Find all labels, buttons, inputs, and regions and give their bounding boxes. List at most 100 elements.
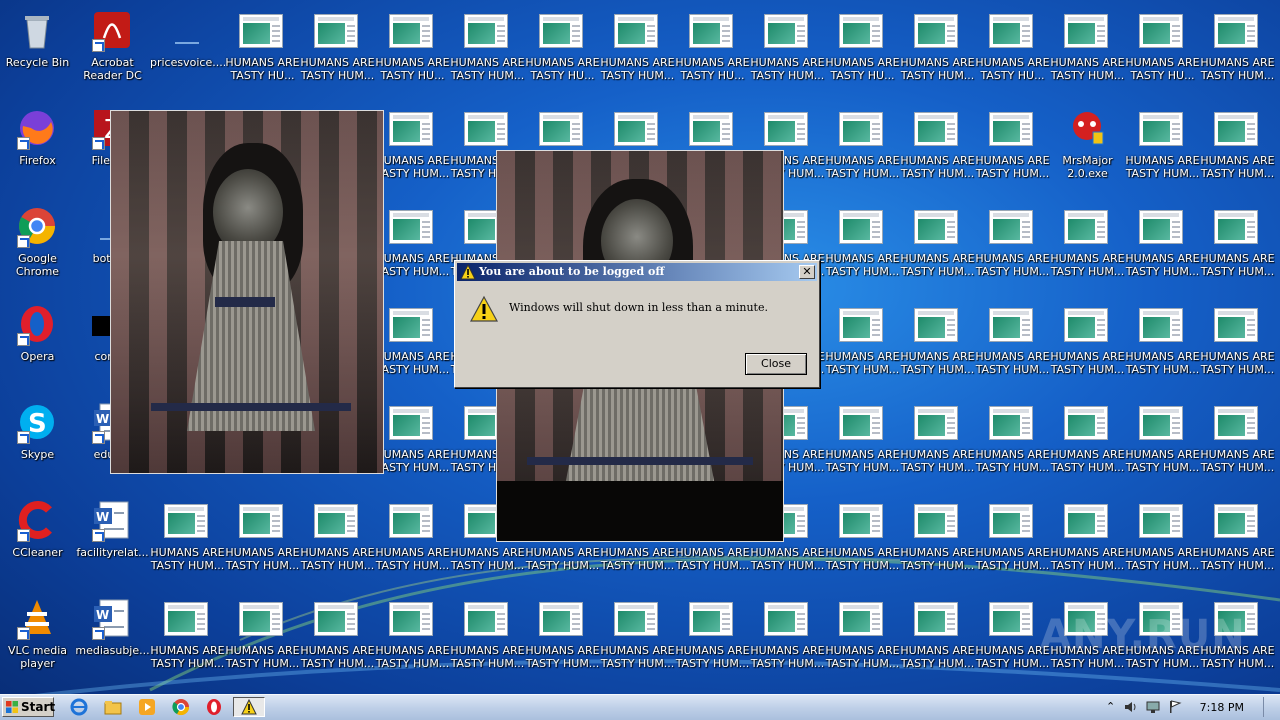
desktop-icon[interactable]: HUMANS ARE TASTY HU... — [825, 4, 900, 102]
desktop-icon[interactable]: HUMANS ARE TASTY HUM... — [150, 494, 225, 592]
desktop-icon[interactable]: HUMANS ARE TASTY HUM... — [600, 592, 675, 690]
desktop-icon[interactable]: Firefox — [0, 102, 75, 200]
desktop-icon[interactable]: HUMANS ARE TASTY HUM... — [1200, 102, 1275, 200]
desktop-icon[interactable]: HUMANS ARE TASTY HUM... — [225, 592, 300, 690]
desktop-icon[interactable]: HUMANS ARE TASTY HUM... — [1050, 4, 1125, 102]
desktop-icon-label: HUMANS ARE TASTY HUM... — [1125, 448, 1200, 474]
desktop-icon[interactable]: HUMANS ARE TASTY HUM... — [900, 298, 975, 396]
desktop-icon[interactable]: HUMANS ARE TASTY HU... — [525, 4, 600, 102]
desktop-icon[interactable]: MrsMajor 2.0.exe — [1050, 102, 1125, 200]
desktop-icon[interactable]: HUMANS ARE TASTY HUM... — [900, 592, 975, 690]
desktop-icon[interactable]: Wfacilityrelat... — [75, 494, 150, 592]
dialog-titlebar[interactable]: You are about to be logged off ✕ — [457, 263, 817, 281]
desktop-icon[interactable]: HUMANS ARE TASTY HUM... — [525, 592, 600, 690]
desktop-icon[interactable]: HUMANS ARE TASTY HU... — [1125, 4, 1200, 102]
desktop-icon[interactable]: HUMANS ARE TASTY HUM... — [1200, 200, 1275, 298]
start-button[interactable]: Start — [2, 697, 55, 717]
tray-expand-icon[interactable]: ⌃ — [1106, 700, 1115, 713]
desktop-icon[interactable]: HUMANS ARE TASTY HUM... — [1050, 298, 1125, 396]
media-player-icon[interactable] — [138, 698, 156, 716]
desktop-icon[interactable]: HUMANS ARE TASTY HUM... — [1125, 396, 1200, 494]
desktop-icon[interactable]: HUMANS ARE TASTY HUM... — [300, 494, 375, 592]
desktop-icon[interactable]: HUMANS ARE TASTY HUM... — [1125, 200, 1200, 298]
desktop-icon[interactable]: HUMANS ARE TASTY HUM... — [1125, 298, 1200, 396]
desktop-icon[interactable]: HUMANS ARE TASTY HUM... — [825, 592, 900, 690]
desktop-icon[interactable]: S Skype — [0, 396, 75, 494]
desktop-icon[interactable]: HUMANS ARE TASTY HUM... — [450, 4, 525, 102]
desktop-icon[interactable]: HUMANS ARE TASTY HUM... — [900, 4, 975, 102]
desktop-icon[interactable]: HUMANS ARE TASTY HU... — [975, 4, 1050, 102]
desktop-icon[interactable]: HUMANS ARE TASTY HUM... — [1200, 396, 1275, 494]
desktop-icon[interactable]: HUMANS ARE TASTY HUM... — [375, 494, 450, 592]
volume-icon[interactable] — [1124, 700, 1138, 714]
desktop-icon[interactable]: HUMANS ARE TASTY HUM... — [825, 494, 900, 592]
action-center-flag-icon[interactable] — [1168, 700, 1182, 714]
clock[interactable]: 7:18 PM — [1200, 701, 1244, 714]
desktop-icon[interactable]: HUMANS ARE TASTY HUM... — [975, 396, 1050, 494]
desktop-icon[interactable]: HUMANS ARE TASTY HUM... — [825, 396, 900, 494]
desktop-icon[interactable]: HUMANS ARE TASTY HUM... — [1050, 200, 1125, 298]
desktop-icon[interactable]: HUMANS ARE TASTY HUM... — [825, 298, 900, 396]
desktop-icon[interactable]: HUMANS ARE TASTY HUM... — [825, 102, 900, 200]
desktop-icon[interactable]: Google Chrome — [0, 200, 75, 298]
desktop-icon[interactable]: HUMANS ARE TASTY HUM... — [1050, 494, 1125, 592]
desktop-icon[interactable]: HUMANS ARE TASTY HUM... — [375, 102, 450, 200]
desktop-icon[interactable]: HUMANS ARE TASTY HUM... — [825, 200, 900, 298]
desktop-icon[interactable]: HUMANS ARE TASTY HUM... — [300, 4, 375, 102]
desktop-icon[interactable]: HUMANS ARE TASTY HUM... — [900, 396, 975, 494]
dialog-close-x-button[interactable]: ✕ — [799, 265, 815, 279]
internet-explorer-icon[interactable] — [70, 698, 88, 716]
doll-photo-window-left[interactable] — [110, 110, 384, 474]
line-decoration — [422, 530, 430, 532]
desktop-icon[interactable]: Recycle Bin — [0, 4, 75, 102]
desktop-icon[interactable]: HUMANS ARE TASTY HU... — [225, 4, 300, 102]
network-icon[interactable] — [1146, 700, 1160, 714]
desktop-icon[interactable]: Opera — [0, 298, 75, 396]
desktop-icon[interactable]: HUMANS ARE TASTY HUM... — [225, 494, 300, 592]
desktop-icon[interactable]: Acrobat Reader DC — [75, 4, 150, 102]
desktop-icon[interactable]: HUMANS ARE TASTY HUM... — [675, 592, 750, 690]
shortcut-arrow-icon — [17, 333, 30, 346]
desktop-icon[interactable]: HUMANS ARE TASTY HUM... — [375, 396, 450, 494]
desktop-icon[interactable]: VLC media player — [0, 592, 75, 690]
desktop-icon[interactable]: HUMANS ARE TASTY HUM... — [1200, 4, 1275, 102]
desktop-icon[interactable]: HUMANS ARE TASTY HUM... — [1050, 396, 1125, 494]
desktop-icon[interactable]: HUMANS ARE TASTY HUM... — [375, 200, 450, 298]
desktop-icon[interactable]: Wmediasubje... — [75, 592, 150, 690]
line-decoration — [1247, 35, 1255, 37]
taskbar-warning-task[interactable] — [233, 697, 265, 717]
desktop-icon-label: HUMANS ARE TASTY HU... — [675, 56, 750, 82]
desktop-icon[interactable]: HUMANS ARE TASTY HUM... — [975, 592, 1050, 690]
desktop-icon[interactable]: HUMANS ARE TASTY HU... — [375, 4, 450, 102]
desktop-icon[interactable]: HUMANS ARE TASTY HUM... — [375, 298, 450, 396]
desktop-icon[interactable]: HUMANS ARE TASTY HUM... — [975, 200, 1050, 298]
desktop-icon-label: HUMANS ARE TASTY HUM... — [1200, 546, 1275, 572]
desktop-icon[interactable]: HUMANS ARE TASTY HUM... — [300, 592, 375, 690]
desktop-icon[interactable]: HUMANS ARE TASTY HU... — [675, 4, 750, 102]
desktop-icon[interactable]: pricesvoice.... — [150, 4, 225, 102]
opera-icon[interactable] — [205, 698, 223, 716]
desktop-icon[interactable]: HUMANS ARE TASTY HUM... — [1125, 494, 1200, 592]
desktop-icon[interactable]: HUMANS ARE TASTY HUM... — [375, 592, 450, 690]
desktop-icon[interactable]: HUMANS ARE TASTY HUM... — [900, 200, 975, 298]
desktop-icon[interactable]: HUMANS ARE TASTY HUM... — [975, 102, 1050, 200]
desktop-icon[interactable]: HUMANS ARE TASTY HUM... — [150, 592, 225, 690]
desktop-icon[interactable]: CCleaner — [0, 494, 75, 592]
desktop-icon[interactable]: HUMANS ARE TASTY HUM... — [450, 592, 525, 690]
explorer-folder-icon[interactable] — [104, 698, 122, 716]
desktop-icon[interactable]: HUMANS ARE TASTY HUM... — [900, 494, 975, 592]
desktop-icon[interactable]: HUMANS ARE TASTY HUM... — [975, 494, 1050, 592]
desktop-icon[interactable]: HUMANS ARE TASTY HUM... — [750, 4, 825, 102]
desktop-icon[interactable]: HUMANS ARE TASTY HUM... — [750, 592, 825, 690]
line-decoration — [272, 618, 280, 620]
desktop-icon[interactable]: HUMANS ARE TASTY HUM... — [1125, 102, 1200, 200]
desktop-icon[interactable]: HUMANS ARE TASTY HUM... — [1200, 298, 1275, 396]
show-desktop-button[interactable] — [1263, 697, 1278, 717]
chrome-icon[interactable] — [172, 698, 190, 716]
desktop-icon[interactable]: HUMANS ARE TASTY HUM... — [975, 298, 1050, 396]
close-button[interactable]: Close — [745, 353, 807, 375]
document-file-icon — [989, 602, 1033, 636]
desktop-icon[interactable]: HUMANS ARE TASTY HUM... — [900, 102, 975, 200]
desktop-icon[interactable]: HUMANS ARE TASTY HUM... — [600, 4, 675, 102]
desktop-icon[interactable]: HUMANS ARE TASTY HUM... — [1200, 494, 1275, 592]
